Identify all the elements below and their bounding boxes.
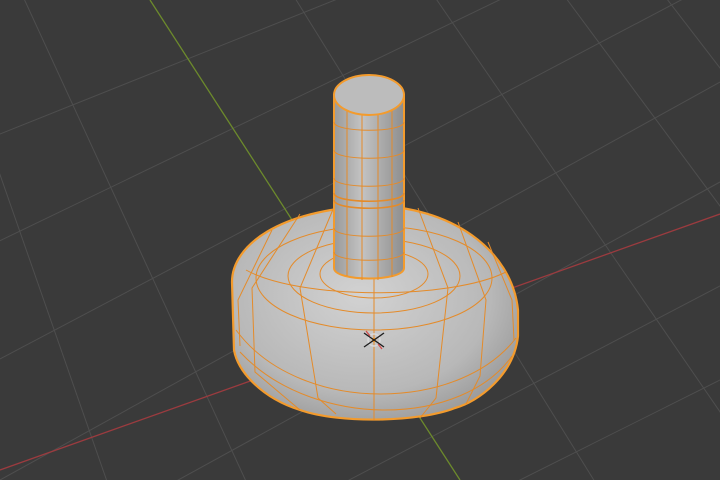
3d-viewport[interactable]: [0, 0, 720, 480]
grid-line: [0, 0, 337, 135]
grid-line: [0, 173, 108, 480]
grid-line: [518, 379, 720, 480]
grid-line: [24, 0, 246, 480]
viewport-canvas[interactable]: [0, 0, 720, 480]
stem-top-cap[interactable]: [333, 74, 405, 116]
grid-line: [566, 0, 720, 207]
grid-line: [667, 0, 720, 69]
mesh-object[interactable]: [230, 74, 520, 421]
